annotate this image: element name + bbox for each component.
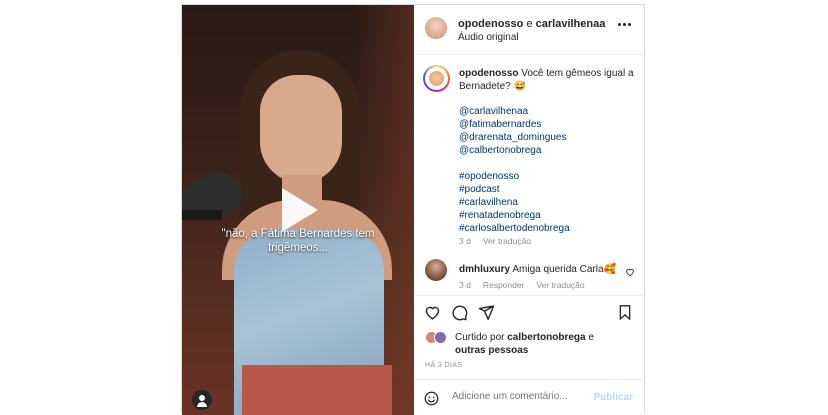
post-sidebar: opodenosso e carlavilhenaa Áudio origina… bbox=[414, 5, 645, 415]
video-person-face bbox=[260, 75, 342, 183]
caption-mentions: @carlavilhenaa @fatimabernardes @drarena… bbox=[459, 105, 637, 157]
video-subtitle-line1: "não, a Fátima Bernardes tem bbox=[221, 228, 375, 240]
hashtag-link[interactable]: #podcast bbox=[459, 183, 637, 196]
liked-by-suffix: e bbox=[588, 332, 594, 343]
comment-translate-link[interactable]: Ver tradução bbox=[536, 280, 584, 290]
video-person-skirt bbox=[242, 365, 392, 415]
author-avatar[interactable] bbox=[425, 17, 447, 39]
action-bar bbox=[414, 295, 645, 325]
emoji-icon[interactable] bbox=[424, 391, 439, 406]
caption-author-avatar[interactable] bbox=[423, 65, 450, 92]
liked-by-prefix: Curtido por bbox=[455, 332, 505, 343]
hashtag-link[interactable]: #carlavilhena bbox=[459, 196, 637, 209]
author-separator: e bbox=[526, 18, 533, 30]
comment-input[interactable] bbox=[452, 391, 592, 402]
liked-by-text: Curtido por calbertonobrega e outras pes… bbox=[455, 331, 635, 357]
author-link-1[interactable]: opodenosso bbox=[458, 18, 523, 30]
caption-translate-link[interactable]: Ver tradução bbox=[483, 236, 531, 246]
post-card: "não, a Fátima Bernardes tem trigêmeos..… bbox=[181, 4, 645, 415]
mention-link[interactable]: @drarenata_domingues bbox=[459, 131, 637, 144]
comment-meta: 3 d Responder Ver tradução bbox=[459, 280, 585, 290]
author-names: opodenosso e carlavilhenaa bbox=[458, 18, 605, 30]
publish-button[interactable]: Publicar bbox=[594, 392, 633, 403]
mention-link[interactable]: @calbertonobrega bbox=[459, 144, 637, 157]
caption-meta: 3 d Ver tradução bbox=[459, 236, 531, 246]
mention-link[interactable]: @carlavilhenaa bbox=[459, 105, 637, 118]
post-header: opodenosso e carlavilhenaa Áudio origina… bbox=[414, 5, 645, 55]
liker-avatar bbox=[434, 331, 447, 344]
add-comment-bar: Publicar bbox=[414, 379, 645, 415]
video-subtitle: "não, a Fátima Bernardes tem trigêmeos..… bbox=[210, 227, 386, 255]
video-player[interactable]: "não, a Fátima Bernardes tem trigêmeos..… bbox=[182, 5, 414, 415]
post-timestamp[interactable]: HÁ 3 DIAS bbox=[425, 362, 462, 369]
comment-text: Amiga querida Carla🥰 bbox=[512, 264, 616, 275]
caption-age[interactable]: 3 d bbox=[459, 236, 471, 246]
hashtag-link[interactable]: #carlosalbertodenobrega bbox=[459, 222, 637, 235]
more-options-icon[interactable] bbox=[618, 23, 631, 26]
audio-link[interactable]: Áudio original bbox=[458, 32, 519, 43]
comment-age[interactable]: 3 d bbox=[459, 280, 471, 290]
comment-icon[interactable] bbox=[451, 304, 468, 321]
author-link-2[interactable]: carlavilhenaa bbox=[536, 18, 606, 30]
caption-hashtags: #opodenosso #podcast #carlavilhena #rena… bbox=[459, 170, 637, 235]
hashtag-link[interactable]: #opodenosso bbox=[459, 170, 637, 183]
play-icon[interactable] bbox=[282, 188, 318, 232]
comment-like-heart-icon[interactable] bbox=[625, 267, 635, 277]
mention-link[interactable]: @fatimabernardes bbox=[459, 118, 637, 131]
liked-by-others-link[interactable]: outras pessoas bbox=[455, 345, 528, 356]
video-subtitle-line2: trigêmeos... bbox=[267, 242, 329, 254]
microphone-stand bbox=[182, 210, 222, 220]
caption-username[interactable]: opodenosso bbox=[459, 68, 518, 79]
comment-username[interactable]: dmhluxury bbox=[459, 264, 510, 275]
bookmark-icon[interactable] bbox=[617, 304, 633, 321]
liked-by-user-link[interactable]: calbertonobrega bbox=[507, 332, 585, 343]
comment: dmhluxury Amiga querida Carla🥰 bbox=[459, 263, 619, 276]
comment-reply-link[interactable]: Responder bbox=[483, 280, 525, 290]
heart-icon[interactable] bbox=[424, 304, 441, 321]
comments-section: opodenosso Você tem gêmeos igual a Berna… bbox=[414, 55, 645, 291]
commenter-avatar[interactable] bbox=[425, 259, 447, 281]
tagged-users-icon[interactable] bbox=[192, 390, 212, 410]
share-icon[interactable] bbox=[478, 304, 495, 321]
post-caption: opodenosso Você tem gêmeos igual a Berna… bbox=[459, 67, 637, 235]
hashtag-link[interactable]: #renatadenobrega bbox=[459, 209, 637, 222]
liked-by-avatars[interactable] bbox=[425, 331, 447, 344]
